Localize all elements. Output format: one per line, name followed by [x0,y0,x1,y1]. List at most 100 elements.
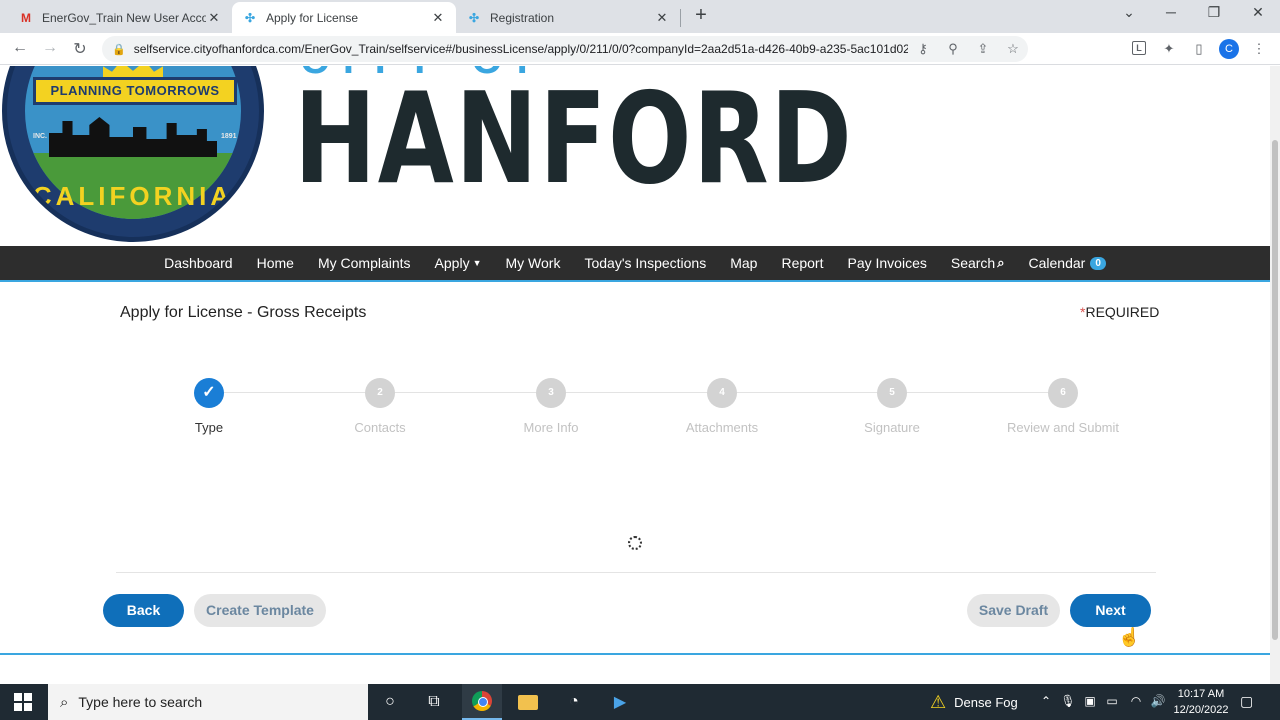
seal-banner: PLANNING TOMORROWS [33,77,237,105]
volume-icon[interactable]: 🔊 [1148,694,1168,708]
system-clock[interactable]: 10:17 AM 12/20/2022 [1170,686,1232,718]
seal-year: 1891 [221,133,237,140]
file-explorer-icon[interactable] [508,684,548,720]
media-player-icon[interactable]: ▶ [600,684,640,720]
step-more-info[interactable]: 3 More Info [466,376,636,435]
scrollbar-thumb[interactable] [1272,140,1278,640]
create-template-button[interactable]: Create Template [194,594,326,627]
location-pin-icon[interactable]: ⚲ [938,41,968,57]
nav-search-label: Search [950,255,996,271]
step-label: Review and Submit [1007,420,1119,435]
close-icon[interactable]: ✕ [654,10,670,26]
step-type[interactable]: ✓ Type [124,376,294,435]
weather-text: Dense Fog [954,694,1018,710]
tab-gmail[interactable]: M EnerGov_Train New User Account ✕ [8,2,232,33]
search-icon: ⌕ [60,693,69,711]
tab-registration[interactable]: ✣ Registration ✕ [456,2,680,33]
fog-warning-icon: ⚠ [930,691,947,712]
nav-map[interactable]: Map [730,255,757,271]
form-divider [116,572,1156,573]
step-contacts[interactable]: 2 Contacts [295,376,465,435]
wizard-steps: ✓ Type 2 Contacts 3 More Info 4 Attachme… [124,376,1148,446]
minimize-button[interactable]: ─ [1156,4,1186,20]
show-hidden-icons[interactable]: ⌃ [1036,694,1056,708]
energov-icon: ✣ [244,10,256,25]
bookmark-star-icon[interactable]: ☆ [998,41,1028,57]
browser-tab-bar: M EnerGov_Train New User Account ✕ ✣ App… [0,0,1280,33]
nav-search[interactable]: Search ⌕ [951,255,1005,271]
nav-my-work[interactable]: My Work [506,255,561,271]
chrome-taskbar-icon[interactable] [462,684,502,720]
tab-search-icon[interactable]: ⌄ [1114,4,1144,21]
key-icon[interactable]: ⚷ [908,41,938,57]
energov-icon: ✣ [468,10,480,25]
next-button[interactable]: Next [1070,594,1151,627]
tab-apply-for-license[interactable]: ✣ Apply for License ✕ [232,2,456,33]
close-icon[interactable]: ✕ [206,10,222,26]
page-content: PLANNING TOMORROWS INC. 1891 CALIFORNIA … [0,66,1270,684]
browser-menu-icon[interactable]: ⋮ [1250,41,1268,57]
back-button[interactable]: Back [103,594,184,627]
taskbar-search-box[interactable]: ⌕ Type here to search [48,684,368,720]
notification-icon[interactable]: ▢ [1240,693,1253,710]
nav-dashboard[interactable]: Dashboard [164,255,233,271]
nav-pay-invoices[interactable]: Pay Invoices [847,255,926,271]
window-close-button[interactable]: ✕ [1243,4,1273,21]
cortana-icon[interactable]: ○ [370,684,410,720]
step-attachments[interactable]: 4 Attachments [637,376,807,435]
extensions-puzzle-icon[interactable]: ✦ [1160,41,1178,57]
back-arrow-icon[interactable]: ← [10,39,30,57]
nav-my-complaints[interactable]: My Complaints [318,255,411,271]
loading-spinner-icon [628,536,642,550]
step-number: 5 [877,378,907,408]
battery-icon[interactable]: ▭ [1102,694,1122,708]
wifi-icon[interactable]: ◠ [1126,694,1146,708]
save-draft-button[interactable]: Save Draft [967,594,1060,627]
search-icon: ⌕ [997,255,1005,270]
step-number: 6 [1048,378,1078,408]
clock-date: 12/20/2022 [1173,704,1229,716]
seal-inc: INC. [33,133,47,140]
gmail-icon: M [21,10,31,25]
city-seal-logo: PLANNING TOMORROWS INC. 1891 CALIFORNIA [2,66,264,242]
chrome-icon [472,691,492,711]
close-icon[interactable]: ✕ [430,10,446,26]
hand-cursor-icon: ☝ [1118,627,1141,647]
url-text[interactable]: selfservice.cityofhanfordca.com/EnerGov_… [134,42,908,56]
taskbar-search-placeholder: Type here to search [78,694,203,710]
microphone-icon[interactable]: 🎙 [1058,694,1078,708]
step-label: Attachments [685,420,759,435]
reload-icon[interactable]: ↻ [70,39,90,59]
tab-separator [680,9,681,27]
share-icon[interactable]: ⇪ [968,41,998,57]
address-toolbar: ← → ↻ 🔒 selfservice.cityofhanfordca.com/… [0,33,1280,65]
seal-skyline [49,117,217,157]
weather-widget[interactable]: ⚠ Dense Fog [930,684,1018,720]
tab-title: Apply for License [266,10,359,25]
nav-calendar[interactable]: Calendar 0 [1029,255,1106,271]
nav-home[interactable]: Home [257,255,294,271]
footer-line [0,653,1270,655]
step-signature[interactable]: 5 Signature [807,376,977,435]
step-label: Type [194,420,224,435]
meet-now-icon[interactable]: ▣ [1080,694,1100,708]
city-name-heading: HANFORD [294,66,854,212]
task-view-icon[interactable]: ⧉ [414,684,454,720]
nav-apply[interactable]: Apply ▼ [435,255,482,271]
screen-recorder-icon[interactable]: ◔ [554,684,594,720]
side-panel-icon[interactable]: ▯ [1190,41,1208,57]
step-review-and-submit[interactable]: 6 Review and Submit [978,376,1148,435]
windows-start-icon[interactable] [14,693,32,711]
step-label: Contacts [354,420,406,435]
address-bar[interactable]: 🔒 selfservice.cityofhanfordca.com/EnerGo… [102,36,1028,62]
step-number: 2 [365,378,395,408]
nav-todays-inspections[interactable]: Today's Inspections [584,255,706,271]
lock-icon[interactable]: 🔒 [112,43,126,56]
new-tab-button[interactable]: + [690,4,712,27]
profile-avatar[interactable]: C [1219,39,1239,59]
restore-button[interactable]: ❐ [1199,4,1229,21]
caret-down-icon: ▼ [472,258,482,268]
forward-arrow-icon[interactable]: → [40,39,60,57]
nav-report[interactable]: Report [781,255,823,271]
extension-l-icon[interactable]: L [1132,41,1146,55]
